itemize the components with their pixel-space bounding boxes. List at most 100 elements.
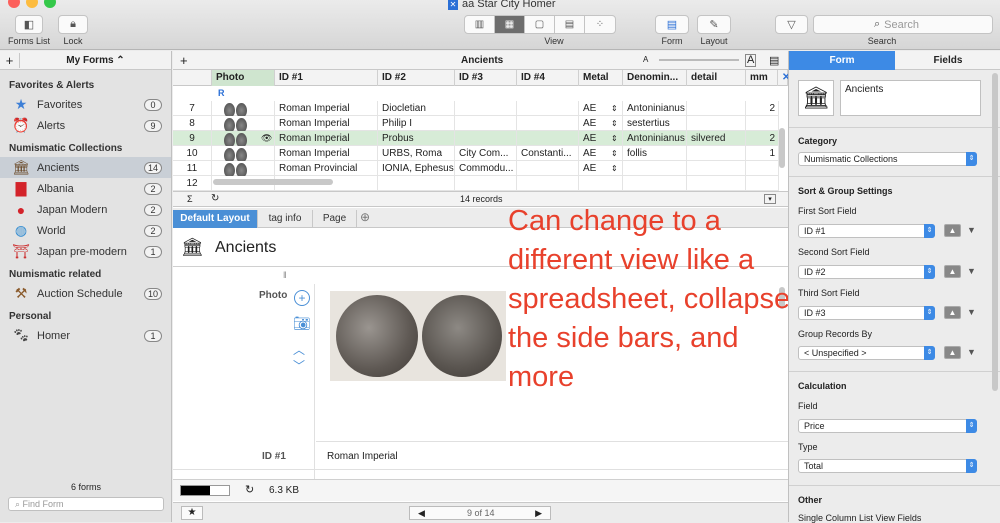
photo-cell[interactable] — [212, 101, 275, 116]
view-grid-icon[interactable]: ⁘ — [585, 16, 615, 33]
table-cell[interactable] — [687, 101, 746, 116]
table-cell[interactable]: Roman Imperial — [275, 101, 378, 116]
star-icon[interactable]: ★ — [181, 506, 203, 520]
color-swatch[interactable] — [180, 485, 230, 496]
table-cell[interactable] — [517, 131, 579, 146]
coin-photo[interactable] — [330, 291, 506, 381]
table-row[interactable]: 7 Roman Imperial Diocletian AE Antoninianus 2… — [173, 101, 779, 116]
table-cell[interactable]: 2 — [746, 131, 779, 146]
table-row[interactable]: 10 Roman Imperial URBS, Roma City Com... Con… — [173, 146, 779, 161]
column-resize-handle[interactable]: ‖ — [283, 270, 287, 280]
table-cell[interactable]: City Com... — [455, 146, 517, 161]
table-cell[interactable]: 12 — [173, 176, 212, 191]
sidebar-item-favorites[interactable]: ★ Favorites 0 — [0, 94, 171, 115]
table-cell[interactable]: 2 — [746, 101, 779, 116]
sort-ascending-button[interactable]: ▲ — [944, 265, 961, 278]
tab-form[interactable]: Form — [789, 51, 895, 70]
next-record-button[interactable]: ▶ — [535, 508, 542, 519]
table-cell[interactable] — [623, 161, 687, 176]
sidebar-item-japan-pre-modern[interactable]: ⛩︎ Japan pre-modern 1 — [0, 241, 171, 262]
category-select[interactable]: Numismatic Collections ⇕ — [798, 152, 977, 166]
table-cell[interactable] — [687, 161, 746, 176]
sort-descending-button[interactable]: ▼ — [964, 306, 979, 319]
table-cell[interactable] — [746, 176, 779, 191]
table-cell[interactable] — [687, 176, 746, 191]
chevron-updown-icon[interactable]: ⇕ — [611, 146, 618, 161]
table-cell[interactable] — [687, 146, 746, 161]
sidebar-item-world[interactable]: ◍ World 2 — [0, 220, 171, 241]
table-cell[interactable]: 1 — [746, 146, 779, 161]
chevron-updown-icon[interactable]: ⇕ — [611, 116, 618, 131]
table-cell[interactable] — [517, 116, 579, 131]
table-cell[interactable]: Philip I — [378, 116, 455, 131]
column-header[interactable]: detail — [687, 70, 746, 86]
sidebar-item-auction-schedule[interactable]: ⚒︎ Auction Schedule 10 — [0, 283, 171, 304]
chevron-updown-icon[interactable]: ⇕ — [611, 101, 618, 116]
sidebar-item-albania[interactable]: ▇ Albania 2 — [0, 178, 171, 199]
chevron-updown-icon[interactable]: ⇕ — [611, 131, 618, 146]
sidebar-item-homer[interactable]: 🐾︎ Homer 1 — [0, 325, 171, 346]
table-cell[interactable]: 9 — [173, 131, 212, 146]
table-cell[interactable]: Roman Provincial — [275, 161, 378, 176]
table-cell[interactable] — [517, 101, 579, 116]
table-row[interactable]: 8 Roman Imperial Philip I AE sestertius ⇕ — [173, 116, 779, 131]
sort-descending-button[interactable]: ▼ — [964, 265, 979, 278]
refresh-icon[interactable]: ↻ — [211, 193, 219, 204]
sort-descending-button[interactable]: ▼ — [964, 224, 979, 237]
view-columns-icon[interactable]: ▥ — [465, 16, 495, 33]
table-cell[interactable]: 10 — [173, 146, 212, 161]
inspector-scrollbar[interactable] — [992, 73, 998, 391]
sort-ascending-button[interactable]: ▲ — [944, 306, 961, 319]
column-header[interactable]: Photo — [212, 70, 275, 86]
table-cell[interactable]: Diocletian — [378, 101, 455, 116]
table-cell[interactable] — [746, 161, 779, 176]
table-cell[interactable]: Antoninianus — [623, 101, 687, 116]
table-cell[interactable]: 7 — [173, 101, 212, 116]
first-sort-select[interactable]: ID #1 ⇕ — [798, 224, 935, 238]
add-record-button[interactable]: + — [180, 53, 188, 68]
view-calendar-icon[interactable]: ▢ — [525, 16, 555, 33]
minimize-window-button[interactable] — [26, 0, 38, 8]
forms-list-button[interactable]: ◧ — [15, 15, 43, 34]
add-photo-icon[interactable]: + — [294, 290, 310, 306]
chevron-up-icon[interactable]: ︿ — [293, 341, 305, 358]
sidebar-item-japan-modern[interactable]: ● Japan Modern 2 — [0, 199, 171, 220]
view-spreadsheet-icon[interactable]: ▦ — [495, 16, 525, 33]
photo-cell[interactable] — [212, 146, 275, 161]
photo-cell[interactable]: 👁︎ — [212, 131, 275, 146]
table-cell[interactable]: Antoninianus — [623, 131, 687, 146]
table-cell[interactable] — [517, 176, 579, 191]
form-button[interactable]: ▤ — [655, 15, 689, 34]
font-size-small-icon[interactable]: A — [643, 55, 648, 64]
column-header[interactable]: ID #4 — [517, 70, 579, 86]
eye-icon[interactable]: 👁︎ — [257, 131, 272, 146]
column-header[interactable]: Denomin... — [623, 70, 687, 86]
table-cell[interactable]: sestertius — [623, 116, 687, 131]
sort-descending-button[interactable]: ▼ — [964, 346, 979, 359]
close-window-button[interactable] — [8, 0, 20, 8]
calc-field-select[interactable]: Price ⇕ — [798, 419, 977, 433]
find-form-input[interactable]: ⌕ Find Form — [8, 497, 164, 511]
search-input[interactable]: ⌕ Search — [813, 15, 993, 34]
close-columns-icon[interactable]: ✕ — [778, 70, 790, 86]
third-sort-select[interactable]: ID #3 ⇕ — [798, 306, 935, 320]
table-cell[interactable]: Roman Imperial — [275, 146, 378, 161]
table-cell[interactable]: follis — [623, 146, 687, 161]
table-cell[interactable] — [455, 176, 517, 191]
table-cell[interactable]: silvered — [687, 131, 746, 146]
vertical-scrollbar[interactable] — [779, 128, 785, 168]
table-cell[interactable]: Constanti... — [517, 146, 579, 161]
sum-button[interactable]: Σ — [187, 194, 193, 204]
column-header[interactable]: ID #1 — [275, 70, 378, 86]
second-sort-select[interactable]: ID #2 ⇕ — [798, 265, 935, 279]
view-map-icon[interactable]: ▤ — [555, 16, 585, 33]
my-forms-selector[interactable]: My Forms ⌃ — [20, 55, 171, 66]
table-cell[interactable]: URBS, Roma — [378, 146, 455, 161]
photo-cell[interactable] — [212, 116, 275, 131]
previous-record-button[interactable]: ◀ — [418, 508, 425, 519]
tab-tag-info[interactable]: tag info — [258, 210, 313, 228]
table-cell[interactable] — [455, 101, 517, 116]
camera-icon[interactable]: 📷︎ — [293, 315, 311, 332]
sort-ascending-button[interactable]: ▲ — [944, 346, 961, 359]
photo-cell[interactable] — [212, 161, 275, 176]
